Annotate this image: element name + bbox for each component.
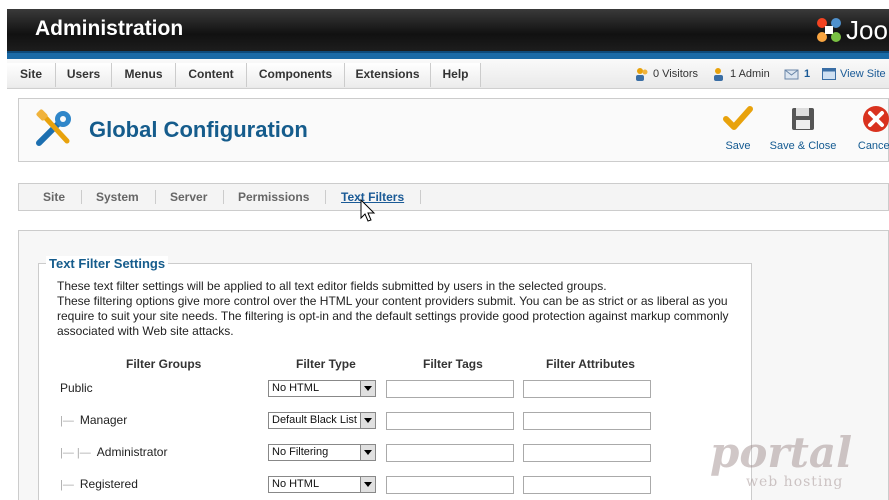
filter-type-select[interactable]: No Filtering [268, 444, 376, 461]
menu-users[interactable]: Users [56, 63, 112, 87]
filter-type-value: No HTML [272, 478, 320, 490]
column-filter-tags: Filter Tags [423, 357, 483, 371]
admin-header: Administration Joomla! [7, 9, 889, 51]
column-filter-groups: Filter Groups [126, 357, 202, 371]
mouse-cursor-icon [360, 199, 376, 222]
group-name: Manager [79, 413, 128, 427]
save-label: Save [725, 140, 751, 152]
cancel-button[interactable]: Cancel [855, 105, 889, 152]
filter-tags-input[interactable] [386, 476, 514, 494]
filter-type-value: No HTML [272, 382, 320, 394]
messages-icon [784, 69, 799, 80]
chevron-down-icon[interactable] [360, 381, 375, 396]
filter-attributes-input[interactable] [523, 380, 651, 398]
filter-type-value: No Filtering [272, 446, 329, 458]
view-site-link[interactable]: View Site [822, 65, 886, 83]
portal-watermark: portal web hosting [710, 432, 860, 492]
chevron-down-icon[interactable] [360, 413, 375, 428]
config-tools-icon [36, 109, 71, 146]
filter-row-group: |— Manager [60, 413, 127, 427]
group-name: Registered [79, 477, 138, 491]
tab-server[interactable]: Server [154, 190, 225, 204]
main-menu: Site Users Menus Content Components Exte… [7, 59, 889, 89]
fieldset-legend: Text Filter Settings [46, 256, 169, 271]
cancel-label: Cancel [857, 140, 889, 152]
header-accent-bar [7, 51, 889, 59]
config-tabs: Site System Server Permissions Text Filt… [18, 183, 889, 211]
filter-tags-input[interactable] [386, 412, 514, 430]
visitors-count: 0 Visitors [653, 68, 699, 80]
menu-components[interactable]: Components [247, 63, 345, 87]
menu-content[interactable]: Content [176, 63, 247, 87]
joomla-logo-icon [817, 18, 841, 42]
watermark-line-2: web hosting [746, 474, 844, 490]
group-name: Administrator [96, 445, 168, 459]
chevron-down-icon[interactable] [360, 445, 375, 460]
admin-user-icon [714, 68, 723, 82]
view-site-label: View Site [840, 68, 886, 80]
tree-connector: |— |— [60, 447, 91, 459]
filter-attributes-input[interactable] [523, 444, 651, 462]
toolbar-panel: Global Configuration Save Save & Close C… [18, 98, 889, 162]
save-close-button[interactable]: Save & Close [767, 105, 839, 152]
tab-system[interactable]: System [80, 190, 156, 204]
menu-extensions[interactable]: Extensions [345, 63, 431, 87]
menu-menus[interactable]: Menus [112, 63, 176, 87]
watermark-line-1: portal [710, 428, 853, 477]
admins-count: 1 Admin [730, 68, 770, 80]
filter-tags-input[interactable] [386, 380, 514, 398]
menu-help[interactable]: Help [431, 63, 481, 87]
filter-type-value: Default Black List [272, 414, 357, 426]
filter-row-group: |— |— Administrator [60, 445, 167, 459]
filter-attributes-input[interactable] [523, 476, 651, 494]
filter-tags-input[interactable] [386, 444, 514, 462]
joomla-logo[interactable]: Joomla! [814, 13, 889, 47]
filter-type-select[interactable]: No HTML [268, 380, 376, 397]
save-button[interactable]: Save [719, 105, 757, 152]
chevron-down-icon[interactable] [360, 477, 375, 492]
header-title: Administration [35, 17, 184, 40]
floppy-disk-icon [792, 108, 814, 130]
group-name: Public [60, 381, 93, 395]
admins-status: 1 Admin [712, 65, 770, 83]
filter-row-group: Public [60, 381, 93, 395]
tab-permissions[interactable]: Permissions [222, 190, 327, 204]
visitors-status: 0 Visitors [635, 65, 698, 83]
tree-connector: |— [60, 479, 74, 491]
save-close-label: Save & Close [769, 140, 837, 152]
filter-type-select[interactable]: Default Black List [268, 412, 376, 429]
logo-wordmark: Joomla! [846, 15, 889, 45]
tab-site[interactable]: Site [27, 190, 83, 204]
view-site-icon [822, 68, 836, 81]
cancel-x-icon [863, 106, 889, 132]
filter-attributes-input[interactable] [523, 412, 651, 430]
column-filter-type: Filter Type [296, 357, 356, 371]
page-title: Global Configuration [89, 117, 308, 142]
column-filter-attributes: Filter Attributes [546, 357, 635, 371]
checkmark-icon [723, 106, 753, 130]
messages-status[interactable]: 1 [784, 65, 810, 83]
filter-description-2: These filtering options give more contro… [57, 294, 729, 338]
filter-row-group: |— Registered [60, 477, 138, 491]
messages-count: 1 [804, 68, 811, 80]
filter-description-1: These text filter settings will be appli… [57, 279, 607, 293]
visitors-icon [636, 68, 648, 82]
tree-connector: |— [60, 415, 74, 427]
menu-site[interactable]: Site [7, 63, 56, 87]
filter-type-select[interactable]: No HTML [268, 476, 376, 493]
